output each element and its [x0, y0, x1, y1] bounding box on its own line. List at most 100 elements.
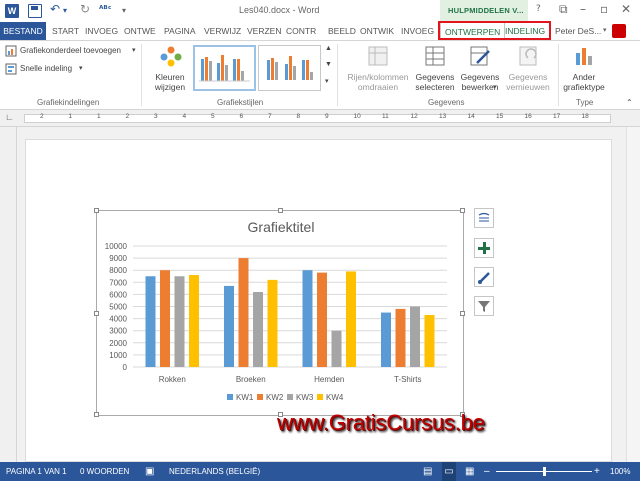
x-tick-label: Hemden	[314, 375, 344, 384]
zoom-out-icon[interactable]: –	[484, 462, 490, 481]
ruler-tick-label: 2	[40, 113, 44, 120]
resize-handle-top[interactable]	[278, 208, 283, 213]
avatar[interactable]	[612, 24, 626, 38]
chart-style-1[interactable]	[193, 45, 256, 91]
tab-bestand[interactable]: BESTAND	[0, 22, 46, 40]
tab-beeld[interactable]: BEELD	[324, 22, 360, 40]
read-mode-icon[interactable]: ▤	[423, 462, 432, 481]
quick-layout-dropdown-icon[interactable]: ▾	[79, 64, 83, 72]
select-data-icon	[425, 46, 445, 66]
vertical-ruler	[0, 127, 17, 462]
undo-icon[interactable]: ↶	[50, 2, 60, 16]
ruler-tick-label: 16	[524, 113, 532, 120]
switch-row-column-button[interactable]: Rijen/kolommen omdraaien	[340, 72, 416, 92]
bar-kw2-rokken	[160, 270, 170, 367]
group-label-data: Gegevens	[428, 98, 465, 107]
help-button[interactable]: ?	[536, 4, 541, 14]
chart-style-2[interactable]	[258, 45, 321, 91]
ruler-tick-label: 4	[182, 113, 187, 120]
close-icon[interactable]: ✕	[621, 2, 631, 16]
add-chart-element-button[interactable]: Grafiekonderdeel toevoegen	[20, 46, 121, 55]
bar-kw1-broeken	[224, 285, 234, 367]
proofing-icon[interactable]: ▣	[145, 462, 154, 481]
tab-start[interactable]: START	[48, 22, 83, 40]
chart-filters-button[interactable]	[474, 296, 494, 316]
zoom-level[interactable]: 100%	[610, 462, 630, 481]
bar-kw4-rokken	[189, 275, 199, 367]
group-label-chart-layouts: Grafiekindelingen	[37, 98, 100, 107]
chart-style-1-preview	[199, 55, 250, 82]
ribbon-display-icon[interactable]: ⧉	[559, 2, 568, 17]
tab-controleren[interactable]: CONTR	[282, 22, 320, 40]
legend-label: KW3	[296, 393, 314, 402]
zoom-slider-thumb[interactable]	[543, 467, 546, 476]
ribbon-separator	[337, 44, 338, 106]
quick-layout-button[interactable]: Snelle indeling	[20, 64, 72, 73]
ruler-tick-label: 8	[296, 113, 301, 120]
spellcheck-icon[interactable]: ᴬᴮᶜ	[99, 5, 111, 15]
minimize-icon[interactable]: –	[580, 2, 586, 16]
zoom-in-icon[interactable]: +	[594, 462, 600, 481]
edit-data-dropdown-icon[interactable]: ▾	[493, 83, 497, 91]
layout-options-button[interactable]	[474, 208, 494, 228]
horizontal-ruler[interactable]: ∟ 2 1 1 2 3 4 5 6 7 8 9 10 11 12 13 14 15 16 17 18	[0, 110, 640, 127]
ruler-tick-label: 7	[268, 113, 272, 120]
y-tick-label: 7000	[109, 278, 127, 287]
web-layout-icon[interactable]: ▦	[465, 462, 474, 481]
customize-qat-icon[interactable]: ▾	[122, 6, 126, 15]
y-tick-label: 4000	[109, 315, 127, 324]
maximize-icon[interactable]: ▫	[600, 2, 608, 16]
print-layout-icon[interactable]: ▭	[442, 462, 456, 481]
legend-label: KW1	[236, 393, 254, 402]
bar-kw4-broeken	[267, 279, 278, 367]
chart-elements-button[interactable]	[474, 238, 494, 258]
ruler-tick-label: 5	[211, 113, 215, 120]
resize-handle-right[interactable]	[460, 311, 465, 316]
word-app-icon[interactable]: W	[5, 4, 19, 18]
tab-invoegen[interactable]: INVOEG	[81, 22, 122, 40]
y-tick-label: 2000	[109, 339, 127, 348]
word-count[interactable]: 0 WOORDEN	[80, 462, 129, 481]
ruler-tick-label: 1	[68, 113, 73, 120]
vertical-scrollbar[interactable]	[626, 127, 640, 462]
x-tick-label: Broeken	[236, 375, 266, 384]
tab-ontwikkelaars[interactable]: ONTWIK	[356, 22, 398, 40]
page-count[interactable]: PAGINA 1 VAN 1	[6, 462, 67, 481]
tab-pagina-indeling[interactable]: PAGINA	[160, 22, 200, 40]
ruler-tick-label: 3	[154, 113, 158, 120]
language-indicator[interactable]: NEDERLANDS (BELGIË)	[169, 462, 260, 481]
add-chart-element-dropdown-icon[interactable]: ▾	[132, 46, 136, 54]
chart-object[interactable]: Grafiektitel 0 1000 2000 3000 4000 5000 6000 70…	[94, 208, 465, 417]
legend-swatch-kw3	[287, 394, 293, 400]
tab-invoegtoepassingen[interactable]: INVOEG	[397, 22, 438, 40]
x-tick-label: T-Shirts	[394, 375, 422, 384]
collapse-ribbon-icon[interactable]: ⌃	[626, 98, 633, 107]
tab-verwijzingen[interactable]: VERWIJZ	[200, 22, 245, 40]
styles-scroll-up-icon[interactable]: ▲	[325, 45, 332, 52]
tab-verzendlijsten[interactable]: VERZEN	[243, 22, 285, 40]
group-label-type: Type	[576, 98, 594, 107]
user-name[interactable]: Peter DeS...	[555, 22, 601, 40]
resize-handle-left[interactable]	[94, 311, 99, 316]
refresh-data-button[interactable]: Gegevens vernieuwen	[504, 72, 552, 92]
edit-data-icon	[470, 46, 490, 66]
resize-handle-bottom-left[interactable]	[94, 412, 99, 417]
user-dropdown-icon[interactable]: ▾	[603, 26, 607, 34]
tab-ontwerpen-doc[interactable]: ONTWE	[120, 22, 160, 40]
change-colors-button[interactable]: Kleuren wijzigen	[147, 72, 193, 92]
redo-icon[interactable]: ↻	[80, 2, 90, 16]
resize-handle-top-right[interactable]	[460, 208, 465, 213]
change-chart-type-button[interactable]: Ander grafiektype	[560, 72, 608, 92]
undo-dropdown-icon[interactable]: ▾	[63, 6, 67, 15]
bar-kw1-t-shirts	[381, 312, 391, 367]
select-data-button[interactable]: Gegevens selecteren	[413, 72, 457, 92]
y-tick-label: 9000	[109, 254, 127, 263]
ruler-tick-label: 18	[581, 113, 589, 120]
resize-handle-top-left[interactable]	[94, 208, 99, 213]
styles-more-icon[interactable]: ▾	[325, 77, 329, 85]
styles-scroll-down-icon[interactable]: ▼	[325, 61, 332, 68]
chart-styles-button[interactable]	[474, 267, 494, 287]
watermark-text: www.GratisCursus.be	[277, 410, 485, 435]
tab-selector-icon[interactable]: ∟	[5, 112, 14, 122]
save-icon[interactable]	[28, 4, 42, 18]
